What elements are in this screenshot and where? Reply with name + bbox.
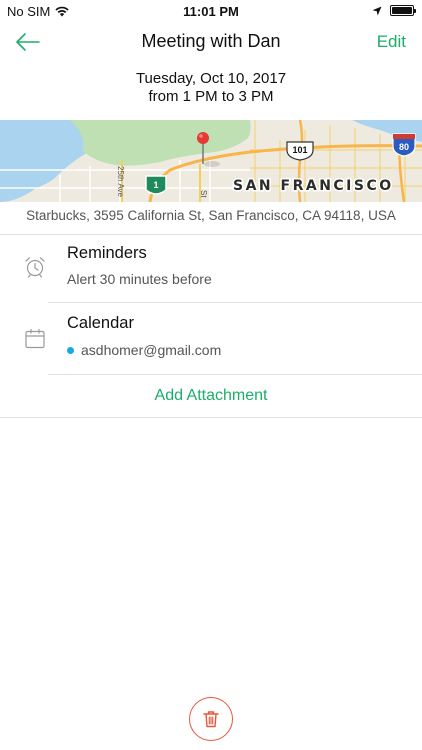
battery-fill bbox=[392, 7, 412, 14]
reminders-row[interactable]: Reminders Alert 30 minutes before bbox=[0, 235, 422, 302]
highway-1-label: 1 bbox=[153, 180, 158, 190]
status-bar: No SIM 11:01 PM bbox=[0, 0, 422, 22]
highway-101-label: 101 bbox=[292, 145, 307, 155]
calendar-icon bbox=[25, 328, 45, 349]
location-map[interactable]: 1 101 80 25th Ave St SAN FRANCISCO bbox=[0, 120, 422, 202]
divider bbox=[48, 374, 422, 375]
calendar-account-label: asdhomer@gmail.com bbox=[81, 342, 222, 358]
status-time: 11:01 PM bbox=[183, 4, 239, 19]
add-attachment-button[interactable]: Add Attachment bbox=[0, 387, 422, 405]
event-time-range: from 1 PM to 3 PM bbox=[148, 88, 274, 105]
event-address[interactable]: Starbucks, 3595 California St, San Franc… bbox=[0, 208, 422, 223]
highway-101-shield: 101 bbox=[286, 141, 314, 161]
event-date: Tuesday, Oct 10, 2017 bbox=[135, 70, 287, 87]
page-title: Meeting with Dan bbox=[141, 31, 281, 51]
highway-1-shield: 1 bbox=[145, 175, 167, 195]
calendar-row[interactable]: Calendar asdhomer@gmail.com bbox=[0, 303, 422, 373]
reminders-detail: Alert 30 minutes before bbox=[67, 271, 212, 287]
reminders-title: Reminders bbox=[67, 244, 147, 262]
calendar-color-dot bbox=[67, 346, 74, 354]
interstate-80-label: 80 bbox=[399, 142, 409, 152]
divider bbox=[0, 417, 422, 418]
location-arrow-icon bbox=[372, 6, 382, 15]
interstate-80-shield: 80 bbox=[392, 133, 416, 157]
street-st-label: St bbox=[199, 190, 208, 198]
delete-button[interactable] bbox=[189, 697, 233, 741]
calendar-title: Calendar bbox=[67, 314, 134, 332]
calendar-account: asdhomer@gmail.com bbox=[67, 342, 221, 358]
navigation-bar: Meeting with Dan Edit bbox=[0, 22, 422, 62]
battery-icon bbox=[390, 5, 416, 16]
city-label: SAN FRANCISCO bbox=[233, 178, 394, 194]
edit-button[interactable]: Edit bbox=[377, 32, 406, 52]
map-graphic: 1 101 80 25th Ave St SAN FRANCISCO bbox=[0, 120, 422, 202]
alarm-clock-icon bbox=[25, 257, 45, 278]
event-datetime: Tuesday, Oct 10, 2017 from 1 PM to 3 PM bbox=[0, 70, 422, 106]
trash-icon bbox=[203, 711, 219, 728]
street-25th-label: 25th Ave bbox=[116, 166, 125, 198]
status-right bbox=[372, 5, 416, 16]
